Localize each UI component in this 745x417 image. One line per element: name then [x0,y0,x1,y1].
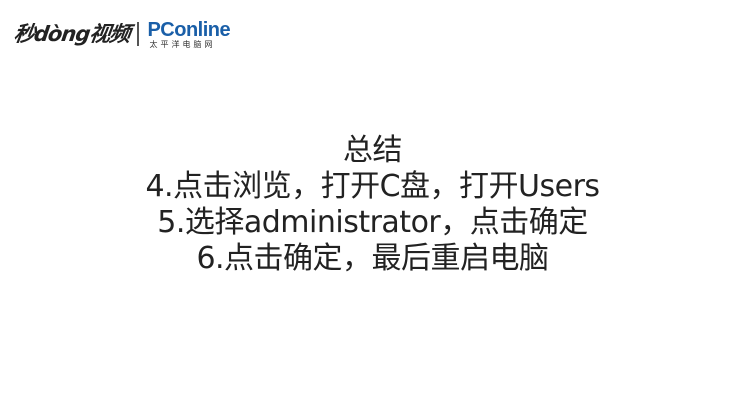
summary-step-4: 4.点击浏览，打开C盘，打开Users [145,169,600,204]
logo-bar: 秒dòng视频 PConline 太平洋电脑网 [12,18,230,50]
summary-step-6: 6.点击确定，最后重启电脑 [196,241,549,276]
summary-title: 总结 [343,133,403,168]
logo-divider [137,22,140,46]
pconline-logo: PConline 太平洋电脑网 [147,20,230,49]
summary-block: 总结 4.点击浏览，打开C盘，打开Users 5.选择administrator… [0,133,745,277]
miaodong-video-logo: 秒dòng视频 [12,21,132,46]
pconline-logo-text: PConline [147,18,231,41]
summary-step-5: 5.选择administrator，点击确定 [157,205,588,240]
pconline-logo-subtitle: 太平洋电脑网 [149,39,216,49]
